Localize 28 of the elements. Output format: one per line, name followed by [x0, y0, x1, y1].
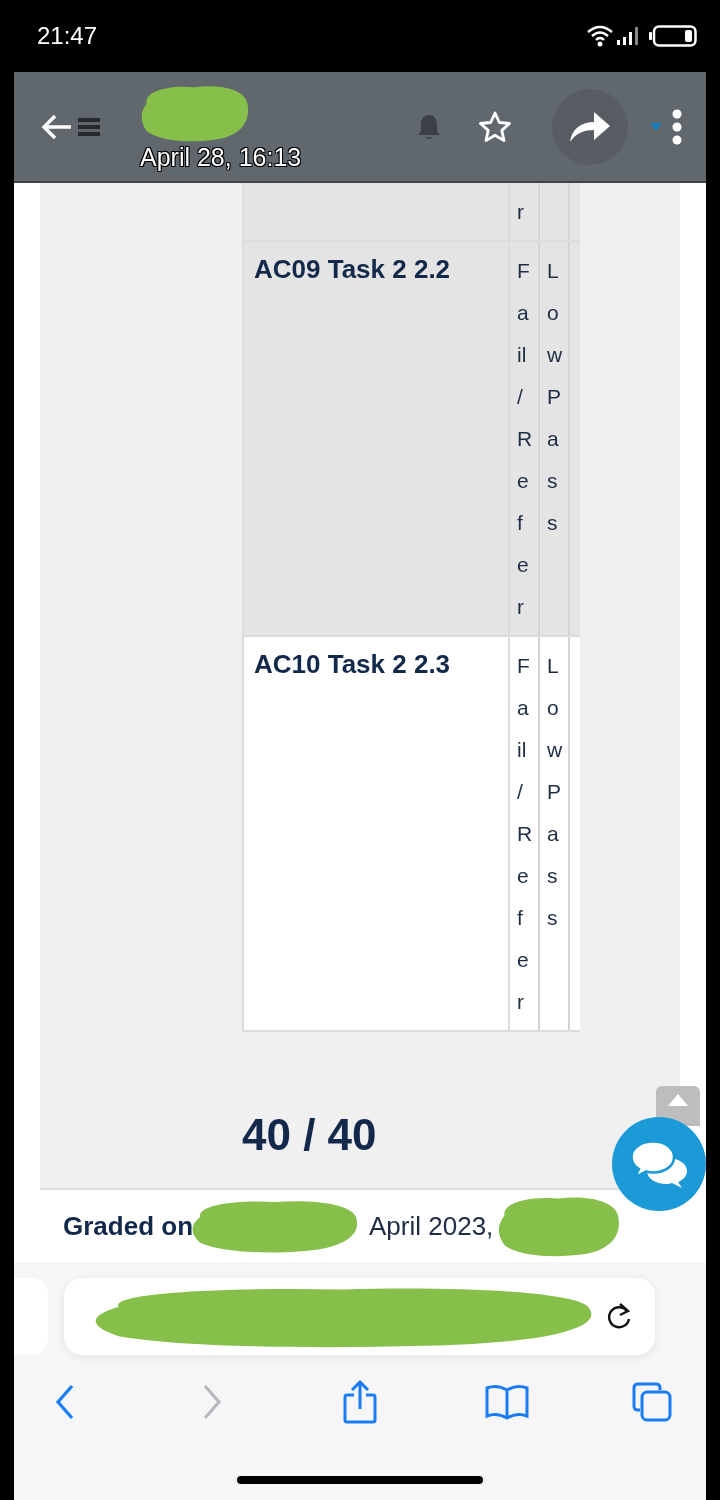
- back-arrow-icon[interactable]: [40, 112, 72, 141]
- wifi-icon: [587, 25, 613, 47]
- book-icon[interactable]: [485, 1384, 529, 1420]
- score-text: 40 / 40: [242, 1110, 378, 1160]
- menu-icon[interactable]: [78, 116, 100, 137]
- star-icon[interactable]: [478, 110, 512, 143]
- curved-arrow-icon: [570, 111, 610, 142]
- message-timestamp: April 28, 16:13: [140, 142, 302, 171]
- more-options-icon[interactable]: [672, 108, 682, 145]
- battery-icon: [649, 25, 697, 47]
- graded-date: April 2023,: [369, 1210, 494, 1242]
- table-cell: Fail / Refer: [510, 637, 540, 1030]
- address-field[interactable]: [64, 1278, 655, 1355]
- share-icon[interactable]: [343, 1380, 377, 1424]
- bell-icon[interactable]: [418, 113, 440, 140]
- tabs-icon[interactable]: [632, 1382, 672, 1422]
- speech-bubbles-icon: [630, 1140, 688, 1188]
- table-cell: AC10 Task 2 2.3: [244, 637, 510, 1030]
- signal-icon: [617, 27, 639, 45]
- status-time: 21:47: [37, 22, 98, 50]
- back-chevron-icon[interactable]: [55, 1384, 75, 1420]
- scroll-top-button[interactable]: [656, 1086, 700, 1126]
- table-cell: AC09 Task 2 2.2: [244, 242, 510, 635]
- reload-icon[interactable]: [605, 1302, 633, 1331]
- table-cell: r: [510, 183, 540, 240]
- graded-label: Graded on: [63, 1210, 193, 1242]
- caret-up-icon: [668, 1094, 688, 1106]
- table-cell: Fail / Refer: [510, 242, 540, 635]
